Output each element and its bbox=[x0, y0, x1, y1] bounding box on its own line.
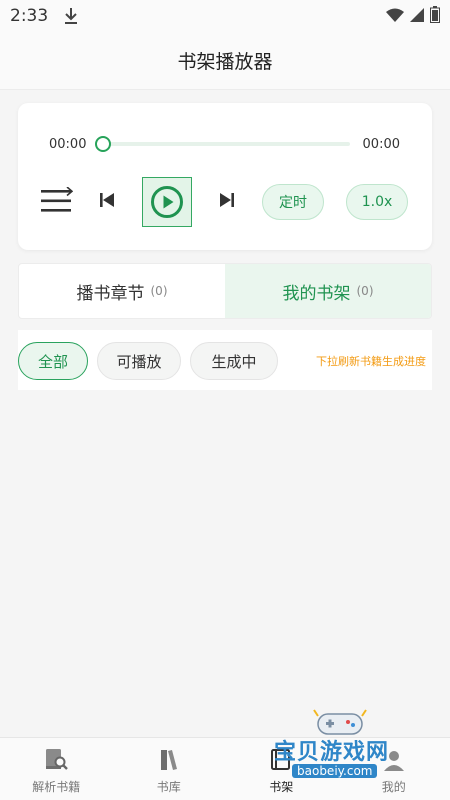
tab-bar: 播书章节 (0) 我的书架 (0) bbox=[18, 263, 432, 319]
nav-label: 解析书籍 bbox=[32, 780, 81, 794]
signal-icon bbox=[410, 7, 424, 26]
timer-button[interactable]: 定时 bbox=[262, 184, 324, 220]
progress-bar[interactable] bbox=[102, 142, 350, 146]
wifi-icon bbox=[386, 7, 404, 26]
app-header: 书架播放器 bbox=[0, 32, 450, 90]
play-button[interactable] bbox=[142, 177, 192, 227]
page-title: 书架播放器 bbox=[177, 51, 273, 73]
current-time: 00:00 bbox=[49, 137, 87, 152]
status-bar: 2:33 bbox=[0, 0, 450, 32]
player-card: 00:00 00:00 定时 1.0x bbox=[18, 103, 432, 250]
progress-thumb[interactable] bbox=[95, 136, 111, 152]
filter-bar: 全部 可播放 生成中 下拉刷新书籍生成进度 bbox=[18, 330, 432, 390]
status-icons bbox=[386, 5, 440, 27]
tab-label: 我的书架 bbox=[282, 283, 351, 304]
play-icon bbox=[151, 186, 183, 218]
next-button[interactable] bbox=[216, 187, 238, 213]
filter-chip-playable[interactable]: 可播放 bbox=[97, 342, 181, 380]
watermark-title: 宝贝游戏网 bbox=[274, 740, 390, 765]
filter-chip-all[interactable]: 全部 bbox=[18, 342, 88, 380]
skip-previous-icon bbox=[100, 193, 114, 207]
nav-label: 书库 bbox=[156, 780, 181, 794]
book-search-icon bbox=[43, 746, 69, 774]
nav-item-library[interactable]: 书库 bbox=[113, 738, 226, 800]
tab-my-bookshelf[interactable]: 我的书架 (0) bbox=[225, 264, 431, 318]
total-time: 00:00 bbox=[362, 137, 400, 152]
tab-count: (0) bbox=[150, 284, 168, 298]
speed-button[interactable]: 1.0x bbox=[346, 184, 408, 220]
filter-chip-generating[interactable]: 生成中 bbox=[190, 342, 278, 380]
status-time: 2:33 bbox=[10, 6, 49, 26]
previous-button[interactable] bbox=[96, 187, 118, 213]
tab-label: 播书章节 bbox=[76, 283, 145, 304]
playlist-button[interactable] bbox=[41, 185, 73, 217]
skip-next-icon bbox=[220, 193, 234, 207]
download-icon bbox=[64, 7, 78, 25]
nav-item-parse-books[interactable]: 解析书籍 bbox=[0, 738, 113, 800]
refresh-hint: 下拉刷新书籍生成进度 bbox=[316, 355, 426, 368]
watermark-logo: 宝贝游戏网 baobeiy.com bbox=[270, 706, 440, 788]
tab-chapters[interactable]: 播书章节 (0) bbox=[19, 264, 225, 318]
watermark-url: baobeiy.com bbox=[292, 764, 378, 778]
playlist-icon bbox=[41, 187, 73, 212]
tab-count: (0) bbox=[356, 284, 374, 298]
battery-icon bbox=[430, 5, 440, 27]
library-icon bbox=[156, 746, 182, 774]
